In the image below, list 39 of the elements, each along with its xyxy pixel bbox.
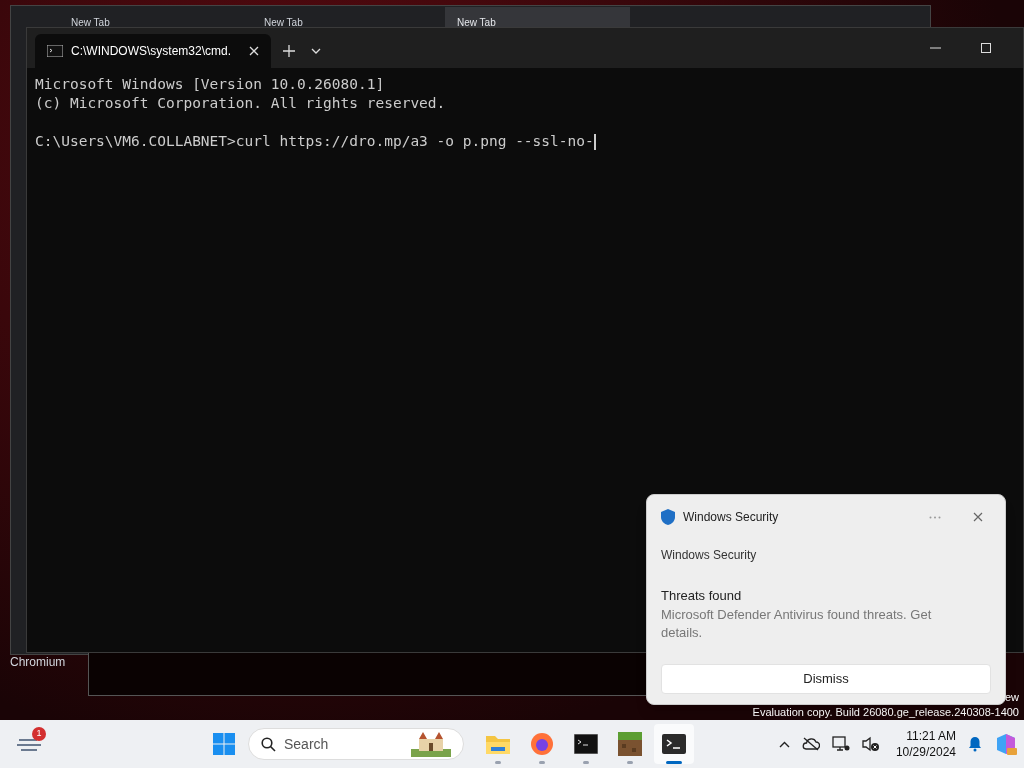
shield-icon: [661, 509, 675, 525]
castle-icon: [411, 731, 451, 757]
terminal-line: C:\Users\VM6.COLLABNET>curl https://dro.mp/a3 -o p.png --ssl-no-: [35, 132, 594, 151]
watermark-text: Evaluation copy. Build 26080.ge_release.240308-1400: [752, 705, 1019, 720]
bell-icon[interactable]: [968, 736, 982, 752]
search-icon: [261, 736, 276, 752]
notification-title: Threats found: [661, 587, 743, 605]
cloud-off-icon[interactable]: [801, 737, 820, 751]
console-icon: [574, 734, 598, 754]
dismiss-button[interactable]: Dismiss: [661, 663, 991, 694]
notification-source: Windows Security: [661, 547, 758, 564]
plus-icon[interactable]: [283, 45, 295, 57]
taskbar-app[interactable]: [654, 724, 694, 764]
console-icon: [47, 45, 63, 57]
network-icon[interactable]: [831, 736, 850, 752]
search-field[interactable]: Search: [248, 728, 464, 760]
speaker-muted-icon[interactable]: [861, 736, 880, 752]
clock-date[interactable]: 10/29/2024: [895, 744, 956, 760]
copilot-icon[interactable]: [994, 732, 1018, 756]
windows-logo-icon: [213, 733, 235, 755]
grass-block-icon: [618, 732, 642, 756]
clock-time[interactable]: 11:21 AM: [906, 728, 956, 744]
folder-icon: [485, 733, 511, 755]
maximize-icon[interactable]: [981, 43, 991, 53]
browser-icon: [530, 732, 554, 756]
browser-tab[interactable]: New Tab: [445, 7, 630, 29]
terminal-icon: [662, 734, 686, 754]
notification-body: Microsoft Defender Antivirus found threats. Get details.: [661, 605, 933, 642]
notification-badge: 1: [32, 727, 46, 741]
terminal-line: Microsoft Windows [Version 10.0.26080.1]: [35, 75, 385, 94]
terminal-line: (c) Microsoft Corporation. All rights reserved.: [35, 94, 446, 113]
browser-tab[interactable]: New Tab: [59, 7, 244, 29]
watermark-text: ew: [1004, 690, 1019, 705]
desktop-icon-label[interactable]: Chromium: [10, 655, 66, 669]
chevron-up-icon[interactable]: [778, 740, 790, 748]
chevron-down-icon[interactable]: [311, 48, 321, 54]
terminal-tab[interactable]: C:\WINDOWS\system32\cmd.: [35, 34, 271, 68]
app-name: Windows Security: [683, 509, 779, 526]
browser-tab[interactable]: New Tab: [252, 7, 437, 29]
